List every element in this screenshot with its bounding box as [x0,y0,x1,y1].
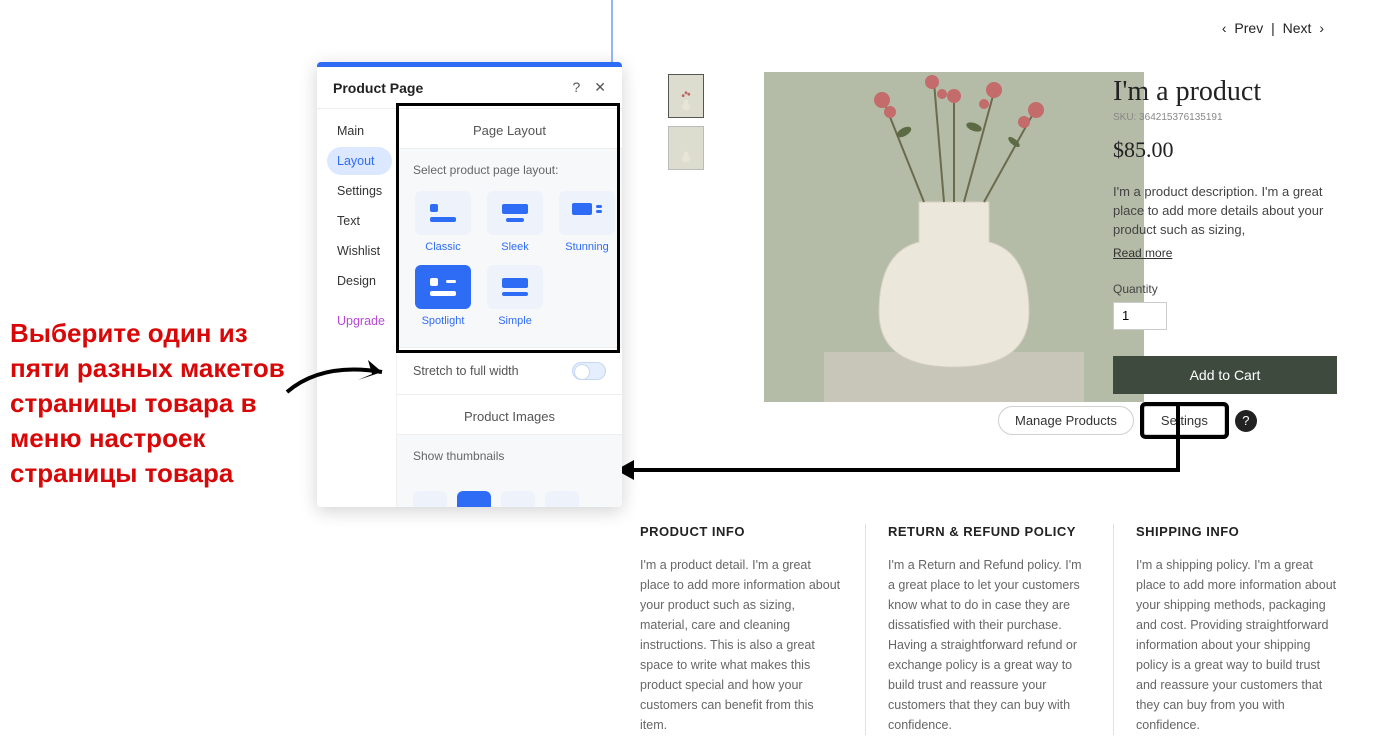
product-sku: SKU: 364215376135191 [1113,112,1353,123]
return-policy-text: I'm a Return and Refund policy. I'm a gr… [888,555,1091,735]
layout-option-classic[interactable]: Classic [413,191,473,253]
help-icon[interactable]: ? [1235,410,1257,432]
manage-products-button[interactable]: Manage Products [998,406,1134,435]
sidebar-tab-wishlist[interactable]: Wishlist [327,237,392,265]
annotation-arrow-icon [282,352,402,417]
layout-option-spotlight[interactable]: Spotlight [413,265,473,327]
annotation-arrow-connector [624,468,1180,472]
product-price: $85.00 [1113,137,1353,163]
shipping-info-section: SHIPPING INFO I'm a shipping policy. I'm… [1136,524,1362,735]
shipping-info-heading: SHIPPING INFO [1136,524,1340,539]
sidebar-tab-upgrade[interactable]: Upgrade [327,307,392,335]
thumbnail-option-4[interactable] [545,491,579,507]
product-images-header: Product Images [397,395,622,435]
layout-option-simple[interactable]: Simple [485,265,545,327]
chevron-right-icon[interactable]: › [1319,20,1324,36]
layout-option-stunning[interactable]: Stunning [557,191,617,253]
product-info-heading: PRODUCT INFO [640,524,843,539]
quantity-label: Quantity [1113,282,1353,296]
product-main-image[interactable] [764,72,1144,402]
panel-sidebar: Main Layout Settings Text Wishlist Desig… [317,109,397,507]
product-info-section: PRODUCT INFO I'm a product detail. I'm a… [640,524,866,735]
layout-option-sleek[interactable]: Sleek [485,191,545,253]
product-description: I'm a product description. I'm a great p… [1113,183,1353,240]
product-page-settings-panel: Product Page ? ✕ Main Layout Settings Te… [317,62,622,507]
annotation-arrow-connector-v [1176,404,1180,472]
sidebar-tab-settings[interactable]: Settings [327,177,392,205]
product-illustration [824,72,1084,402]
layout-prompt: Select product page layout: [413,163,606,177]
thumbnail-option-1[interactable] [413,491,447,507]
add-to-cart-button[interactable]: Add to Cart [1113,356,1337,394]
nav-separator: | [1271,20,1275,36]
panel-close-icon[interactable]: ✕ [594,79,606,96]
thumbnail-option-3[interactable] [501,491,535,507]
panel-help-icon[interactable]: ? [572,79,580,96]
stretch-full-width-label: Stretch to full width [413,364,519,378]
annotation-text: Выберите один из пяти разных макетов стр… [10,316,310,491]
show-thumbnails-label: Show thumbnails [413,449,606,463]
return-policy-section: RETURN & REFUND POLICY I'm a Return and … [888,524,1114,735]
prev-next-nav: ‹ Prev | Next › [1220,20,1326,36]
product-title: I'm a product [1113,76,1353,108]
next-link[interactable]: Next [1283,20,1312,36]
sidebar-tab-design[interactable]: Design [327,267,392,295]
thumbnail-option-2[interactable] [457,491,491,507]
settings-button[interactable]: Settings [1144,406,1225,435]
return-policy-heading: RETURN & REFUND POLICY [888,524,1091,539]
shipping-info-text: I'm a shipping policy. I'm a great place… [1136,555,1340,735]
sidebar-tab-main[interactable]: Main [327,117,392,145]
panel-title: Product Page [333,80,423,96]
page-layout-header: Page Layout [397,109,622,149]
sidebar-tab-text[interactable]: Text [327,207,392,235]
read-more-link[interactable]: Read more [1113,246,1172,260]
chevron-left-icon[interactable]: ‹ [1222,20,1227,36]
quantity-input[interactable] [1113,302,1167,330]
prev-link[interactable]: Prev [1234,20,1263,36]
product-info-text: I'm a product detail. I'm a great place … [640,555,843,735]
sidebar-tab-layout[interactable]: Layout [327,147,392,175]
stretch-full-width-toggle[interactable] [572,362,606,380]
